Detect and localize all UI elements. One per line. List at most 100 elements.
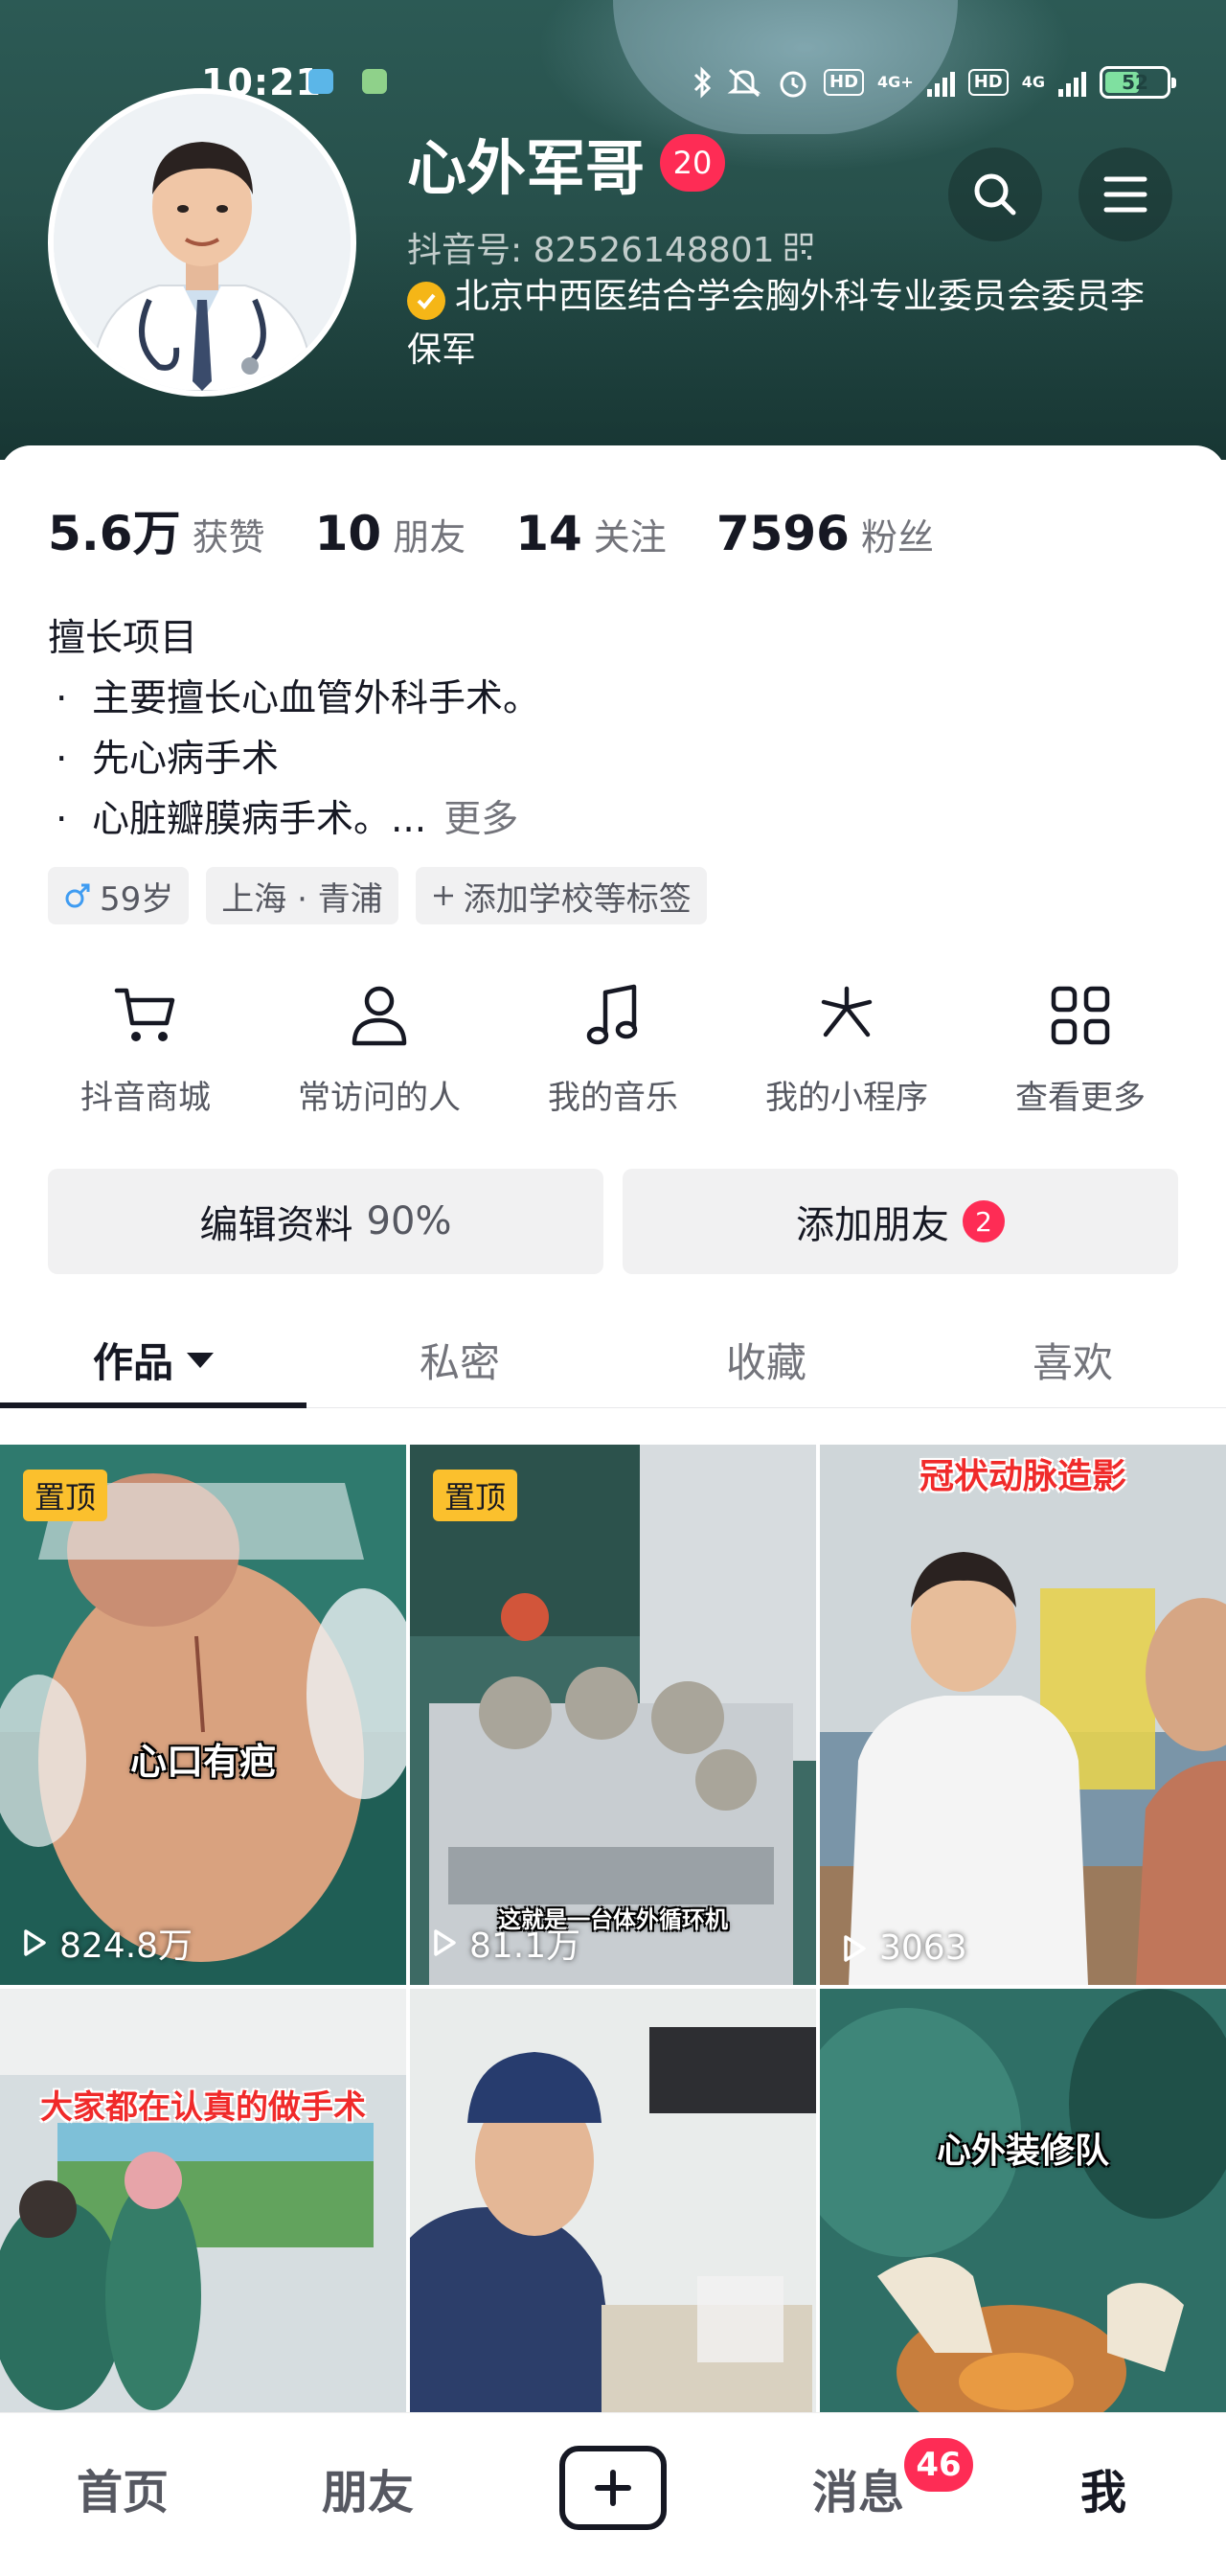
video-thumbnail[interactable]: 心外装修队 — [820, 1989, 1226, 2414]
video-caption: 冠状动脉造影 — [919, 1457, 1126, 1496]
tab-label: 喜欢 — [1032, 1339, 1113, 1386]
qr-code-icon[interactable] — [784, 233, 813, 262]
tool-label: 抖音商城 — [80, 1079, 211, 1117]
tool-label: 查看更多 — [1015, 1079, 1146, 1117]
tab-private[interactable]: 私密 — [306, 1312, 613, 1407]
stat-following[interactable]: 14 关注 — [515, 506, 667, 561]
tool-frequent-visitors[interactable]: 常访问的人 — [262, 977, 496, 1118]
tab-favorites[interactable]: 收藏 — [613, 1312, 920, 1407]
stat-label: 关注 — [593, 516, 667, 559]
video-cover — [0, 1445, 406, 1985]
stat-friends[interactable]: 10 朋友 — [315, 506, 466, 561]
search-button[interactable] — [948, 148, 1042, 241]
douyin-id: 抖音号: 82526148801 — [407, 231, 775, 270]
tool-music[interactable]: 我的音乐 — [496, 977, 730, 1118]
status-icons: HD 4G+ HD 4G 52 — [692, 65, 1176, 100]
nav-messages[interactable]: 消息 46 — [736, 2413, 981, 2576]
stats-row: 5.6万 获赞 10 朋友 14 关注 7596 粉丝 — [48, 495, 984, 564]
stat-value: 7596 — [715, 506, 850, 561]
bio-text: 主要擅长心血管外科手术。 — [92, 677, 541, 720]
battery-level: 52 — [1122, 71, 1148, 94]
video-thumbnail[interactable]: 大家都在认真的做手术 — [0, 1989, 406, 2414]
message-count-badge: 46 — [904, 2438, 973, 2492]
level-badge[interactable]: 20 — [660, 134, 726, 192]
play-icon — [24, 1929, 46, 1956]
stat-followers[interactable]: 7596 粉丝 — [716, 506, 934, 561]
play-count-value: 3063 — [879, 1928, 967, 1968]
avatar[interactable] — [48, 88, 356, 397]
video-thumbnail[interactable]: 置顶 这就是一台体外循环机 81.1万 — [410, 1445, 816, 1985]
video-thumbnail[interactable]: 冠状动脉造影 3063 — [820, 1445, 1226, 1985]
edit-profile-label: 编辑资料 — [199, 1203, 353, 1247]
tool-mini-programs[interactable]: 我的小程序 — [730, 977, 964, 1118]
battery-icon: 52 — [1100, 66, 1176, 99]
tag-age[interactable]: 59岁 — [48, 867, 190, 924]
video-caption: 大家都在认真的做手术 — [40, 2088, 366, 2127]
nav-home[interactable]: 首页 — [0, 2413, 245, 2576]
content-tabs: 作品 私密 收藏 喜欢 — [0, 1312, 1226, 1408]
plus-icon — [433, 886, 453, 905]
nav-label: 消息 — [811, 2466, 904, 2519]
create-button[interactable] — [559, 2446, 667, 2530]
tag-label: 添加学校等标签 — [463, 879, 692, 919]
tab-likes[interactable]: 喜欢 — [920, 1312, 1226, 1407]
tab-label: 作品 — [92, 1339, 173, 1386]
tools-row: 抖音商城 常访问的人 我的音乐 我的小程序 查看更多 — [29, 977, 1197, 1118]
profile-tags: 59岁 上海 · 青浦 添加学校等标签 — [48, 867, 707, 924]
verified-badge-icon — [407, 282, 445, 320]
bottom-nav: 首页 朋友 消息 46 我 — [0, 2412, 1226, 2576]
profile-header: 10:21 HD 4G+ HD 4G 52 心外军哥 20 抖音号: 82526… — [0, 0, 1226, 460]
cart-icon — [114, 988, 175, 1041]
menu-button[interactable] — [1078, 148, 1172, 241]
tool-see-more[interactable]: 查看更多 — [964, 977, 1197, 1118]
add-friend-label: 添加朋友 — [796, 1203, 949, 1247]
nav-friends[interactable]: 朋友 — [245, 2413, 490, 2576]
bluetooth-icon — [693, 66, 712, 99]
mute-icon — [727, 68, 761, 98]
nav-label: 首页 — [76, 2466, 169, 2519]
add-friend-badge: 2 — [963, 1200, 1005, 1242]
bio-bullet: · — [56, 738, 68, 781]
bio[interactable]: 擅长项目 · 主要擅长心血管外科手术。 · 先心病手术 · 心脏瓣膜病手术。... 更多 — [48, 608, 540, 850]
bio-line: · 先心病手术 — [48, 729, 540, 789]
add-friend-button[interactable]: 添加朋友 2 — [623, 1169, 1178, 1274]
music-note-icon — [586, 984, 638, 1045]
profile-nickname-row: 心外军哥 20 — [407, 120, 726, 206]
alarm-icon — [780, 71, 806, 98]
nav-create[interactable] — [490, 2413, 736, 2576]
video-thumbnail[interactable] — [410, 1989, 816, 2414]
bio-more-link[interactable]: 更多 — [443, 789, 518, 850]
profile-completion: 90% — [366, 1199, 452, 1243]
douyin-id-row[interactable]: 抖音号: 82526148801 — [407, 222, 813, 272]
play-count: 824.8万 — [17, 1918, 193, 1968]
tag-location[interactable]: 上海 · 青浦 — [206, 867, 398, 924]
tab-label: 私密 — [419, 1339, 500, 1386]
tool-label: 我的小程序 — [765, 1079, 928, 1117]
stat-label: 获赞 — [192, 516, 265, 559]
nav-me[interactable]: 我 — [981, 2413, 1226, 2576]
tag-add-school[interactable]: 添加学校等标签 — [415, 867, 707, 924]
caret-down-icon[interactable] — [187, 1352, 214, 1368]
bio-line: · 心脏瓣膜病手术。... 更多 — [48, 789, 540, 850]
nav-label: 我 — [1079, 2466, 1126, 2519]
tab-works[interactable]: 作品 — [0, 1312, 306, 1408]
video-caption: 心口有疤 — [129, 1741, 276, 1783]
mini-program-icon — [821, 986, 873, 1037]
tool-shop[interactable]: 抖音商城 — [29, 977, 262, 1118]
person-icon — [352, 986, 407, 1046]
video-thumbnail[interactable]: 置顶 心口有疤 824.8万 — [0, 1445, 406, 1985]
tab-label: 收藏 — [725, 1339, 806, 1386]
bio-text: 心脏瓣膜病手术。... — [92, 798, 427, 841]
tag-label: 59岁 — [100, 879, 174, 919]
stat-likes[interactable]: 5.6万 获赞 — [48, 495, 265, 564]
video-cover — [0, 1989, 406, 2414]
tool-label: 我的音乐 — [548, 1079, 678, 1117]
video-cover — [410, 1989, 816, 2414]
stat-label: 朋友 — [393, 516, 466, 559]
play-count: 3063 — [837, 1928, 967, 1968]
bio-bullet: · — [56, 677, 68, 720]
nickname: 心外军哥 — [407, 133, 646, 203]
edit-profile-button[interactable]: 编辑资料 90% — [48, 1169, 603, 1274]
pinned-badge: 置顶 — [433, 1470, 518, 1521]
signal-icon — [926, 68, 955, 97]
